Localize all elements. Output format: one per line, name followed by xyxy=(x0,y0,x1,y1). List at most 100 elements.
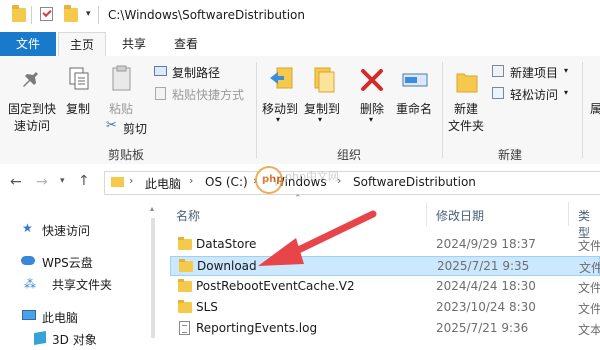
copy-to-icon xyxy=(314,67,335,93)
address-bar[interactable]: › 此电脑 › OS (C:) › Windows › SoftwareDist… xyxy=(104,166,600,195)
nav-item-shared-folder[interactable]: ⁂ 共享文件夹 xyxy=(8,275,148,293)
nav-item-label: 3D 对象 xyxy=(52,333,97,347)
nav-item-wps-cloud[interactable]: WPS云盘 xyxy=(8,253,148,271)
folder-icon xyxy=(12,5,26,22)
chevron-down-icon: ▾ xyxy=(318,115,323,124)
tab-home[interactable]: 主页 xyxy=(58,32,106,57)
delete-x-icon xyxy=(361,69,383,91)
rename-icon xyxy=(402,73,428,87)
copy-to-button[interactable]: 复制到 ▾ xyxy=(302,60,344,134)
chevron-down-icon: ▾ xyxy=(564,66,569,75)
file-date: 2023/10/24 8:30 xyxy=(436,300,536,314)
properties-label[interactable]: 属 xyxy=(590,100,600,117)
folder-icon xyxy=(179,259,193,272)
watermark-logo: php xyxy=(255,166,283,194)
forward-arrow-icon[interactable]: → xyxy=(36,174,48,190)
copy-path-button[interactable]: 复制路径 xyxy=(154,64,254,80)
pin-quick-access-button[interactable]: 固定到快 速访问 xyxy=(8,60,57,134)
breadcrumb-this-pc[interactable]: 此电脑 xyxy=(145,175,181,192)
scroll-up-icon[interactable]: ▴ xyxy=(150,204,154,213)
back-arrow-icon[interactable]: ← xyxy=(10,174,22,190)
new-folder-button[interactable]: 新建 文件夹 xyxy=(446,60,488,134)
nav-scrollbar[interactable]: ▴ xyxy=(150,200,156,350)
paste-shortcut-button[interactable]: 粘贴快捷方式 xyxy=(154,86,254,102)
file-type: 文本 xyxy=(578,323,600,337)
group-divider xyxy=(582,62,583,158)
chevron-right-icon: › xyxy=(189,174,194,187)
chevron-down-icon[interactable]: ▾ xyxy=(86,9,91,19)
nav-item-this-pc[interactable]: 此电脑 xyxy=(8,308,148,326)
tab-share[interactable]: 共享 xyxy=(112,32,156,56)
pin-label-line1: 固定到快 xyxy=(8,102,57,116)
file-date: 2025/7/21 9:36 xyxy=(436,321,529,335)
paste-label: 粘贴 xyxy=(109,102,134,116)
nav-item-label: 共享文件夹 xyxy=(52,278,113,292)
file-type: 文件 xyxy=(578,302,600,316)
rename-button[interactable]: 重命名 xyxy=(394,60,438,120)
paste-button[interactable]: 粘贴 xyxy=(104,60,138,120)
copy-path-icon xyxy=(154,66,167,76)
scissors-icon: ✂ xyxy=(106,118,117,133)
file-row[interactable]: PostRebootEventCache.V2 2024/4/24 18:30 文件 xyxy=(170,277,600,297)
column-header-date[interactable]: 修改日期 xyxy=(436,207,484,224)
easy-access-button[interactable]: 轻松访问 ▾ xyxy=(492,86,578,102)
sort-chevron-icon: ⌃ xyxy=(294,194,302,204)
file-name: SLS xyxy=(196,300,218,314)
copy-icon xyxy=(69,67,89,90)
nav-item-label: WPS云盘 xyxy=(42,256,93,270)
move-to-icon xyxy=(270,67,293,89)
new-folder-label-line2: 文件夹 xyxy=(448,119,485,133)
cloud-icon xyxy=(21,256,35,265)
file-date: 2024/4/24 18:30 xyxy=(436,279,536,293)
cube-icon xyxy=(34,330,46,346)
file-type: 文件 xyxy=(578,281,600,295)
new-group-label: 新建 xyxy=(497,148,522,162)
nav-item-3d-objects[interactable]: 3D 对象 xyxy=(8,330,148,348)
column-divider[interactable] xyxy=(426,202,427,226)
copy-label: 复制 xyxy=(66,102,91,116)
copy-path-label: 复制路径 xyxy=(172,66,221,80)
tab-view[interactable]: 查看 xyxy=(164,32,208,56)
column-divider[interactable] xyxy=(568,202,569,226)
delete-button[interactable]: 删除 ▾ xyxy=(356,60,390,134)
chevron-down-icon: ▾ xyxy=(276,115,281,124)
pin-label-line2: 速访问 xyxy=(14,119,51,133)
chevron-down-icon: ▾ xyxy=(369,115,374,124)
share-icon: ⁂ xyxy=(24,277,36,291)
file-row[interactable]: DataStore 2024/9/29 18:37 文件 xyxy=(170,235,600,255)
folder-icon xyxy=(456,73,478,93)
breadcrumb-softwaredistribution[interactable]: SoftwareDistribution xyxy=(353,175,476,189)
cut-label: 剪切 xyxy=(123,122,148,136)
divider xyxy=(31,6,32,24)
easy-access-icon xyxy=(492,87,504,99)
breadcrumb-drive[interactable]: OS (C:) xyxy=(205,175,248,189)
folder-icon xyxy=(111,177,124,187)
new-folder-label-line1: 新建 xyxy=(454,102,479,116)
file-date: 2024/9/29 18:37 xyxy=(436,237,536,251)
folder-icon xyxy=(178,300,192,313)
title-bar: ▾ C:\Windows\SoftwareDistribution xyxy=(0,0,600,32)
cut-button[interactable]: ✂ 剪切 xyxy=(106,118,156,136)
file-row[interactable]: ReportingEvents.log 2025/7/21 9:36 文本 xyxy=(170,319,600,339)
new-folder-icon[interactable] xyxy=(64,5,78,22)
move-to-button[interactable]: 移动到 ▾ xyxy=(260,60,302,134)
paste-shortcut-label: 粘贴快捷方式 xyxy=(172,88,245,102)
tab-file[interactable]: 文件 xyxy=(0,32,56,56)
nav-item-label: 此电脑 xyxy=(42,311,79,325)
file-row[interactable]: Download 2025/7/21 9:35 文件 xyxy=(170,256,600,276)
file-row[interactable]: SLS 2023/10/24 8:30 文件 xyxy=(170,298,600,318)
file-date: 2025/7/21 9:35 xyxy=(437,259,530,273)
watermark-text: php中文网 xyxy=(285,170,339,183)
up-arrow-icon[interactable]: ↑ xyxy=(78,173,90,189)
properties-icon[interactable] xyxy=(40,7,53,21)
copy-button[interactable]: 复制 xyxy=(62,60,96,120)
star-icon: ★ xyxy=(22,221,33,235)
recent-dropdown-icon[interactable]: ▾ xyxy=(60,176,65,186)
nav-item-quick-access[interactable]: ★ 快速访问 xyxy=(8,221,148,239)
ribbon: 固定到快 速访问 复制 粘贴 复制路径 粘贴快捷方式 ✂ 剪切 剪贴板 移动到 … xyxy=(0,56,600,165)
column-header-name[interactable]: 名称 xyxy=(176,207,200,224)
scroll-thumb[interactable] xyxy=(151,218,155,338)
organize-group-label: 组织 xyxy=(336,148,361,162)
divider xyxy=(98,6,99,24)
new-item-button[interactable]: 新建项目 ▾ xyxy=(492,64,578,80)
